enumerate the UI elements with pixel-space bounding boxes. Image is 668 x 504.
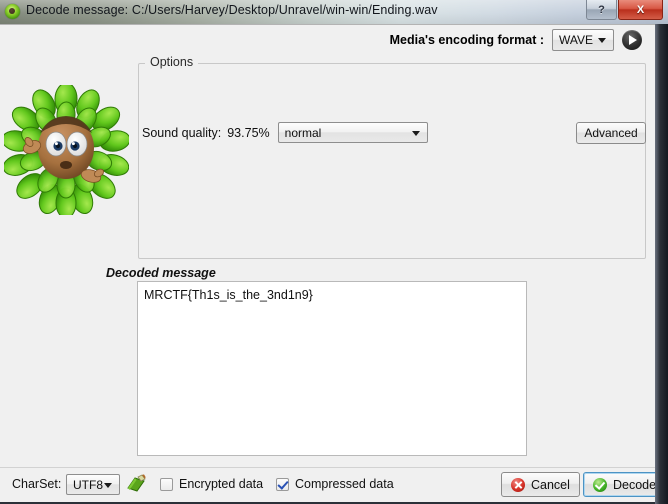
encoding-format-value: WAVE (559, 33, 594, 47)
encoding-format-label: Media's encoding format : (389, 33, 544, 47)
chevron-down-icon (598, 38, 606, 43)
options-group-title: Options (145, 55, 199, 69)
sound-quality-value: normal (284, 125, 322, 140)
compressed-data-label: Compressed data (295, 477, 394, 491)
decode-button[interactable]: Decode (583, 472, 667, 497)
encoding-format-select[interactable]: WAVE (552, 29, 614, 51)
bottom-toolbar: CharSet: UTF8 Encrypted data Compressed … (0, 467, 667, 503)
close-button[interactable]: X (618, 0, 663, 20)
chevron-down-icon (104, 482, 112, 488)
advanced-button[interactable]: Advanced (576, 122, 646, 144)
chevron-down-icon (411, 130, 420, 136)
compressed-data-checkbox[interactable]: Compressed data (276, 477, 394, 491)
help-button[interactable]: ? (586, 0, 617, 20)
charset-select[interactable]: UTF8 (66, 474, 120, 495)
window-right-border (655, 24, 668, 504)
decode-message-window: Decode message: C:/Users/Harvey/Desktop/… (0, 0, 668, 504)
title-bar[interactable]: Decode message: C:/Users/Harvey/Desktop/… (0, 0, 668, 24)
charset-value: UTF8 (73, 477, 103, 492)
decode-button-label: Decode (613, 477, 657, 492)
leaf-creature-mascot (1, 82, 131, 219)
sound-quality-label: Sound quality: (142, 125, 222, 140)
checkbox-box-checked (276, 477, 289, 491)
decoded-message-label: Decoded message (106, 266, 216, 280)
encoding-format-row: Media's encoding format : WAVE (390, 29, 642, 51)
charset-label: CharSet: (12, 477, 62, 491)
cancel-button-label: Cancel (531, 477, 570, 492)
sound-quality-row: Sound quality: 93.75% normal (142, 122, 428, 143)
client-area: Media's encoding format : WAVE Options S… (0, 24, 667, 503)
window-title: Decode message: C:/Users/Harvey/Desktop/… (26, 3, 438, 17)
encrypted-data-checkbox[interactable]: Encrypted data (160, 477, 263, 491)
encrypted-data-label: Encrypted data (179, 477, 264, 491)
play-icon[interactable] (622, 30, 642, 50)
check-icon (593, 477, 607, 492)
sound-quality-percent: 93.75% (227, 125, 270, 140)
cancel-button[interactable]: Cancel (501, 472, 580, 497)
checkbox-box (160, 477, 173, 491)
options-groupbox (138, 63, 646, 259)
dictionary-book-icon[interactable] (126, 474, 146, 494)
sound-quality-select[interactable]: normal (277, 122, 428, 143)
cancel-icon (511, 477, 525, 492)
decoded-message-textarea[interactable]: MRCTF{Th1s_is_the_3nd1n9} (137, 281, 527, 456)
app-leaf-icon (5, 4, 20, 19)
decoded-message-text: MRCTF{Th1s_is_the_3nd1n9} (144, 288, 313, 302)
